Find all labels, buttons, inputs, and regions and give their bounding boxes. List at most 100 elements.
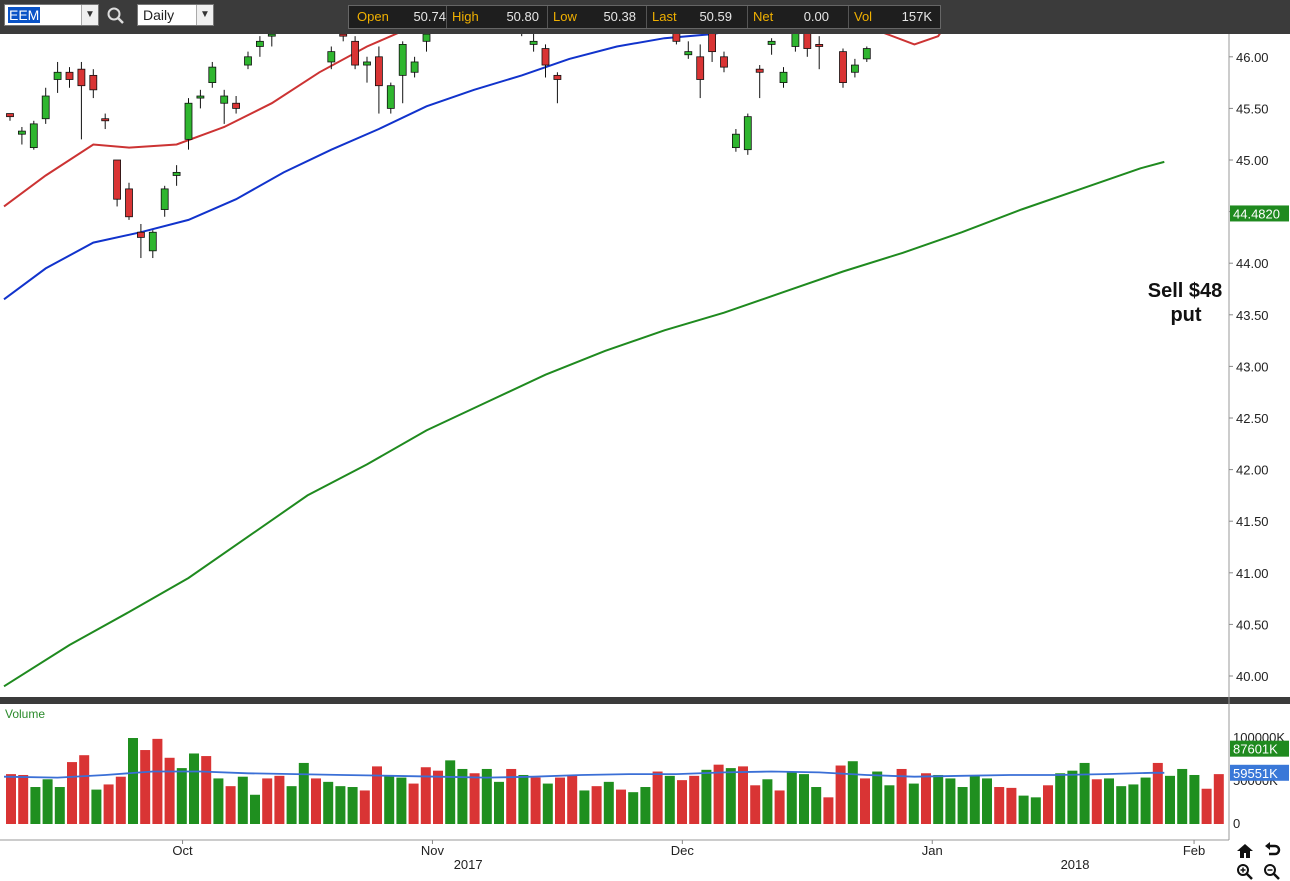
candle-body (53, 71, 62, 80)
volume-bar (1006, 787, 1017, 824)
volume-bar (1116, 786, 1127, 824)
price-tick-label: 44.00 (1236, 256, 1269, 271)
volume-bar (79, 755, 90, 824)
volume-bar (847, 761, 858, 824)
quote-value-last: 50.59 (699, 9, 732, 24)
volume-bars (6, 738, 1224, 824)
candle-body (29, 123, 38, 149)
volume-bar (115, 776, 126, 824)
candle-body (113, 159, 121, 200)
x-month-label: Oct (172, 843, 193, 858)
annotation-text-line1: Sell $48 (1148, 280, 1223, 302)
volume-bar (1091, 779, 1102, 824)
volume-bar (725, 768, 736, 824)
candle-body (101, 118, 110, 122)
volume-bar (591, 786, 602, 824)
volume-bar (872, 771, 883, 824)
candle-body (708, 34, 716, 53)
search-icon[interactable] (106, 6, 126, 26)
home-icon[interactable] (1236, 842, 1254, 860)
price-tick-label: 41.50 (1236, 514, 1269, 529)
volume-bar (799, 774, 809, 824)
quote-value-high: 50.80 (506, 9, 539, 24)
quote-label-last: Last (652, 9, 677, 24)
symbol-input[interactable]: EEM ▼ (4, 4, 99, 26)
quote-value-net: 0.00 (803, 9, 829, 24)
volume-bar (347, 787, 358, 824)
period-select[interactable]: Daily ▼ (137, 4, 214, 26)
symbol-text: EEM (8, 7, 41, 23)
volume-bar (128, 738, 138, 824)
volume-bar (579, 790, 590, 824)
toolbar: EEM ▼ Daily ▼ Open 50.74 High 50.80 Low 50.38… (0, 0, 1290, 34)
volume-bar (164, 757, 175, 824)
candle-body (839, 51, 847, 83)
quote-label-vol: Vol (854, 9, 873, 24)
volume-bar (1177, 768, 1188, 824)
candle-body (351, 40, 360, 66)
volume-bar (652, 771, 663, 824)
candle-body (41, 95, 50, 120)
x-month-label: Dec (671, 843, 695, 858)
volume-bar (1165, 775, 1175, 824)
volume-bar (384, 775, 395, 824)
quote-label-low: Low (553, 9, 577, 24)
volume-value-text: 87601K (1233, 742, 1278, 757)
candle-body (136, 231, 145, 238)
quote-value-vol: 157K (901, 9, 932, 24)
volume-bar (67, 762, 77, 824)
volume-bar (677, 780, 687, 824)
volume-bar (640, 787, 651, 824)
candle-body (791, 34, 800, 47)
annotation-text-line2: put (1170, 304, 1201, 326)
volume-bar (298, 762, 309, 824)
candle-body (862, 48, 871, 60)
volume-bar (1128, 784, 1139, 824)
candle-body (422, 34, 431, 42)
volume-bar (1043, 785, 1053, 824)
candle-body (172, 171, 181, 176)
volume-bar (1201, 788, 1212, 824)
zoom-in-icon[interactable] (1236, 863, 1254, 881)
volume-bar (982, 778, 992, 824)
volume-bar (213, 778, 224, 824)
volume-bar (6, 774, 16, 824)
volume-bar (176, 768, 187, 824)
volume-bar (1213, 774, 1224, 824)
zoom-out-icon[interactable] (1263, 863, 1281, 881)
price-tick-label: 42.00 (1236, 463, 1269, 478)
candle-body (743, 116, 752, 151)
volume-bar (152, 738, 163, 824)
quote-label-open: Open (357, 9, 389, 24)
volume-bar (237, 776, 248, 824)
price-tick-label: 45.00 (1236, 153, 1269, 168)
volume-bar (555, 777, 565, 824)
quote-value-open: 50.74 (413, 9, 446, 24)
volume-value-text: 59551K (1233, 766, 1278, 781)
candle-body (529, 40, 538, 45)
volume-bar (1018, 795, 1029, 824)
candle-body (89, 74, 98, 91)
period-dropdown-icon[interactable]: ▼ (196, 5, 213, 25)
volume-bar (1067, 770, 1078, 824)
candle-body (779, 71, 788, 83)
candle-body (767, 40, 776, 45)
candle-body (196, 95, 205, 99)
candle-body (184, 102, 193, 140)
candle-body (148, 231, 157, 252)
volume-bar (140, 750, 151, 824)
candle-body (851, 64, 859, 73)
x-month-label: Nov (421, 843, 445, 858)
volume-bar (994, 787, 1005, 824)
volume-bar (823, 797, 834, 824)
volume-bar (274, 775, 285, 824)
volume-bar (945, 778, 956, 824)
volume-bar (262, 778, 273, 824)
undo-icon[interactable] (1263, 842, 1281, 860)
quote-bar: Open 50.74 High 50.80 Low 50.38 Last 50.59 Net 0.… (348, 5, 941, 29)
volume-value-label: 87601K (1230, 740, 1289, 757)
volume-tick-label: 0 (1233, 816, 1240, 831)
symbol-dropdown-icon[interactable]: ▼ (81, 5, 98, 25)
candle-body (220, 95, 229, 104)
volume-bar (1189, 774, 1200, 824)
